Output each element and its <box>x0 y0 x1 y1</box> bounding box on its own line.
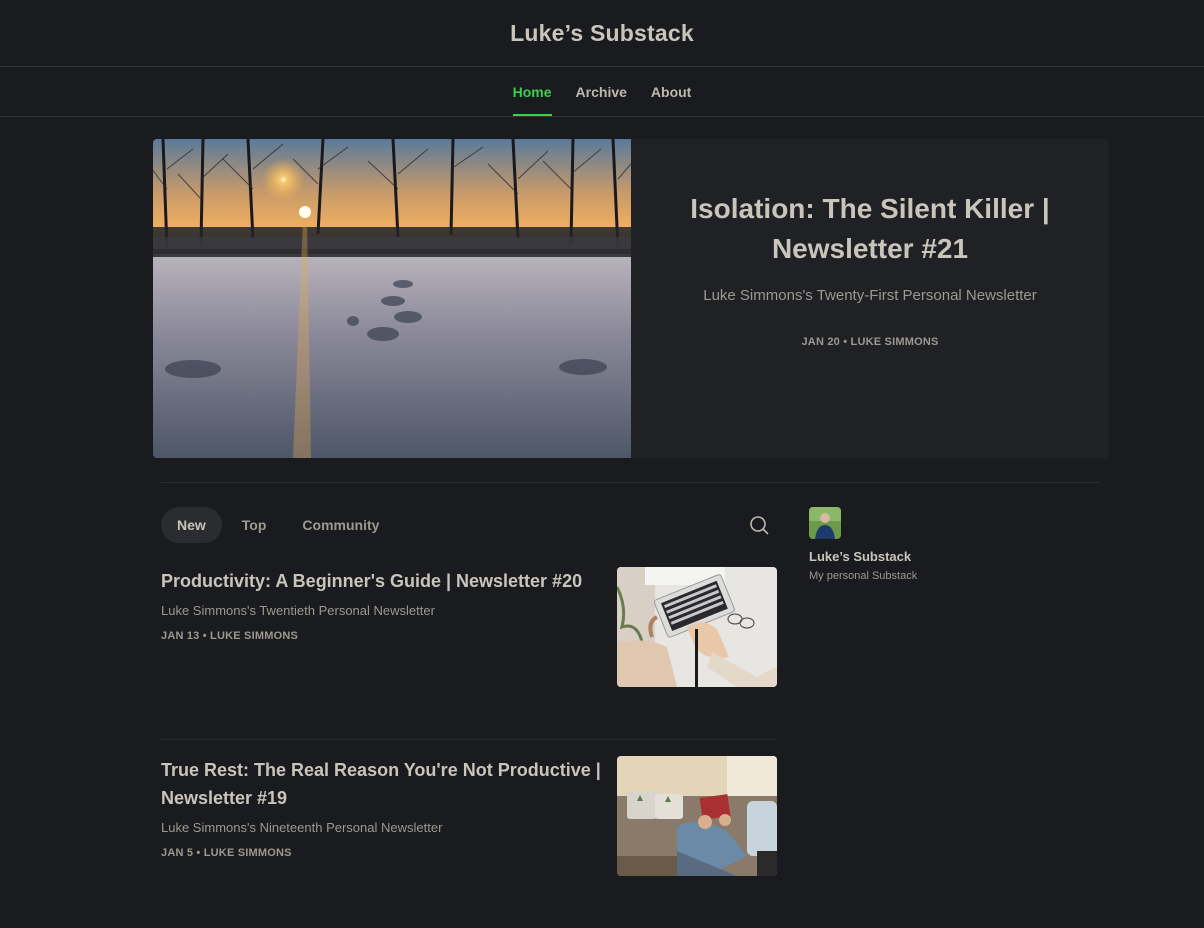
reading-image <box>617 756 777 876</box>
feed-tabs: New Top Community <box>161 507 395 543</box>
sidebar-description: My personal Substack <box>809 570 918 582</box>
tab-community[interactable]: Community <box>286 507 395 543</box>
snow-sunset-image <box>153 139 631 458</box>
post-thumbnail[interactable] <box>617 756 777 876</box>
search-icon[interactable] <box>748 514 770 536</box>
featured-meta: JAN 20 • LUKE SIMMONS <box>801 336 939 348</box>
nav-about[interactable]: About <box>651 67 691 116</box>
tab-top[interactable]: Top <box>226 507 283 543</box>
featured-title[interactable]: Isolation: The Silent Killer | Newslette… <box>671 189 1069 269</box>
post-thumbnail[interactable] <box>617 567 777 687</box>
main-nav: Home Archive About <box>0 67 1204 117</box>
sidebar-publication-name[interactable]: Luke’s Substack <box>809 549 917 564</box>
publication-sidebar: Luke’s Substack My personal Substack <box>809 507 917 582</box>
tab-new[interactable]: New <box>161 507 222 543</box>
featured-subtitle: Luke Simmons's Twenty-First Personal New… <box>703 287 1037 304</box>
nav-home[interactable]: Home <box>512 67 552 116</box>
featured-text: Isolation: The Silent Killer | Newslette… <box>631 139 1109 458</box>
post-title[interactable]: True Rest: The Real Reason You're Not Pr… <box>161 756 601 812</box>
section-divider <box>161 482 1100 483</box>
nav-archive[interactable]: Archive <box>576 67 627 116</box>
publication-title[interactable]: Luke’s Substack <box>510 20 694 47</box>
featured-image[interactable] <box>153 139 631 458</box>
avatar[interactable] <box>809 507 841 539</box>
post-item[interactable]: True Rest: The Real Reason You're Not Pr… <box>161 756 777 876</box>
publication-header: Luke’s Substack <box>0 0 1204 67</box>
laptop-image <box>617 567 777 687</box>
post-title[interactable]: Productivity: A Beginner's Guide | Newsl… <box>161 567 601 595</box>
featured-post[interactable]: Isolation: The Silent Killer | Newslette… <box>153 139 1109 458</box>
post-divider <box>161 739 777 740</box>
post-item[interactable]: Productivity: A Beginner's Guide | Newsl… <box>161 567 777 687</box>
